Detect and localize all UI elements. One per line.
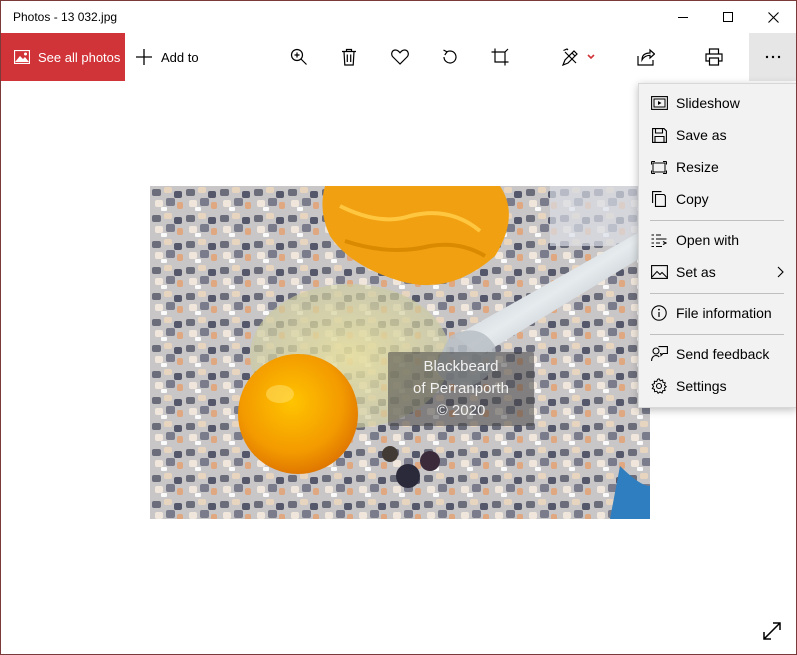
- minimize-button[interactable]: [660, 1, 706, 33]
- resize-icon: [650, 158, 668, 176]
- menu-item-save-as[interactable]: Save as: [639, 119, 796, 151]
- title-bar: Photos - 13 032.jpg: [1, 1, 796, 33]
- menu-item-resize[interactable]: Resize: [639, 151, 796, 183]
- save-icon: [650, 126, 668, 144]
- menu-item-label: Send feedback: [676, 346, 770, 362]
- print-button[interactable]: [694, 33, 734, 81]
- close-icon: [767, 11, 779, 23]
- menu-item-settings[interactable]: Settings: [639, 370, 796, 402]
- menu-item-label: Settings: [676, 378, 727, 394]
- image-icon: [14, 50, 30, 64]
- info-icon: [650, 304, 668, 322]
- minimize-icon: [678, 17, 688, 18]
- rotate-button[interactable]: [430, 33, 470, 81]
- crop-icon: [491, 48, 509, 66]
- rotate-icon: [443, 49, 457, 64]
- toolbar: See all photos Add to: [1, 33, 796, 81]
- watermark-line: Blackbeard: [423, 358, 499, 375]
- chevron-right-icon: [777, 266, 784, 278]
- menu-item-copy[interactable]: Copy: [639, 183, 796, 215]
- more-options-button[interactable]: [749, 33, 796, 81]
- print-icon: [705, 48, 723, 66]
- menu-item-label: Save as: [676, 127, 727, 143]
- fullscreen-button[interactable]: [759, 618, 785, 644]
- window-title: Photos - 13 032.jpg: [13, 10, 118, 24]
- copy-icon: [650, 190, 668, 208]
- more-icon: [765, 55, 780, 59]
- menu-item-open-with[interactable]: Open with: [639, 224, 796, 256]
- maximize-icon: [723, 12, 733, 22]
- menu-item-file-information[interactable]: File information: [639, 297, 796, 329]
- maximize-button[interactable]: [705, 1, 751, 33]
- menu-item-label: Set as: [676, 264, 716, 280]
- see-all-photos-button[interactable]: See all photos: [1, 33, 125, 81]
- crop-button[interactable]: [480, 33, 520, 81]
- photo-view[interactable]: Blackbeard of Perranporth © 2020: [150, 186, 650, 519]
- menu-separator: [650, 293, 784, 294]
- set-as-icon: [650, 263, 668, 281]
- menu-separator: [650, 334, 784, 335]
- open-with-icon: [650, 231, 668, 249]
- heart-icon: [391, 49, 409, 65]
- more-options-menu: Slideshow Save as Resize Copy Open with: [638, 83, 796, 408]
- delete-button[interactable]: [329, 33, 369, 81]
- add-to-label: Add to: [161, 49, 199, 65]
- zoom-button[interactable]: [279, 33, 319, 81]
- watermark-line: © 2020: [436, 402, 486, 419]
- zoom-in-icon: [290, 48, 307, 65]
- delete-icon: [342, 48, 356, 66]
- watermark-line: of Perranporth: [413, 380, 509, 397]
- menu-item-set-as[interactable]: Set as: [639, 256, 796, 288]
- share-button[interactable]: [626, 33, 666, 81]
- see-all-photos-label: See all photos: [38, 49, 121, 65]
- menu-item-label: Open with: [676, 232, 740, 248]
- expand-icon: [763, 622, 781, 640]
- close-button[interactable]: [750, 1, 796, 33]
- gear-icon: [650, 377, 668, 395]
- photos-app-window: Photos - 13 032.jpg See all photos Add t…: [0, 0, 797, 655]
- menu-item-label: Copy: [676, 191, 709, 207]
- menu-item-send-feedback[interactable]: Send feedback: [639, 338, 796, 370]
- add-to-button[interactable]: Add to: [135, 33, 199, 81]
- photo-image: Blackbeard of Perranporth © 2020: [150, 186, 650, 519]
- slideshow-icon: [650, 94, 668, 112]
- favorite-button[interactable]: [380, 33, 420, 81]
- plus-icon: [136, 49, 152, 65]
- menu-item-label: File information: [676, 305, 772, 321]
- menu-item-label: Resize: [676, 159, 719, 175]
- watermark: Blackbeard of Perranporth © 2020: [388, 352, 534, 426]
- menu-item-slideshow[interactable]: Slideshow: [639, 87, 796, 119]
- menu-separator: [650, 220, 784, 221]
- feedback-icon: [650, 345, 668, 363]
- menu-item-label: Slideshow: [676, 95, 740, 111]
- share-icon: [637, 48, 655, 66]
- edit-draw-button[interactable]: [554, 33, 604, 81]
- edit-draw-icon: [562, 48, 595, 66]
